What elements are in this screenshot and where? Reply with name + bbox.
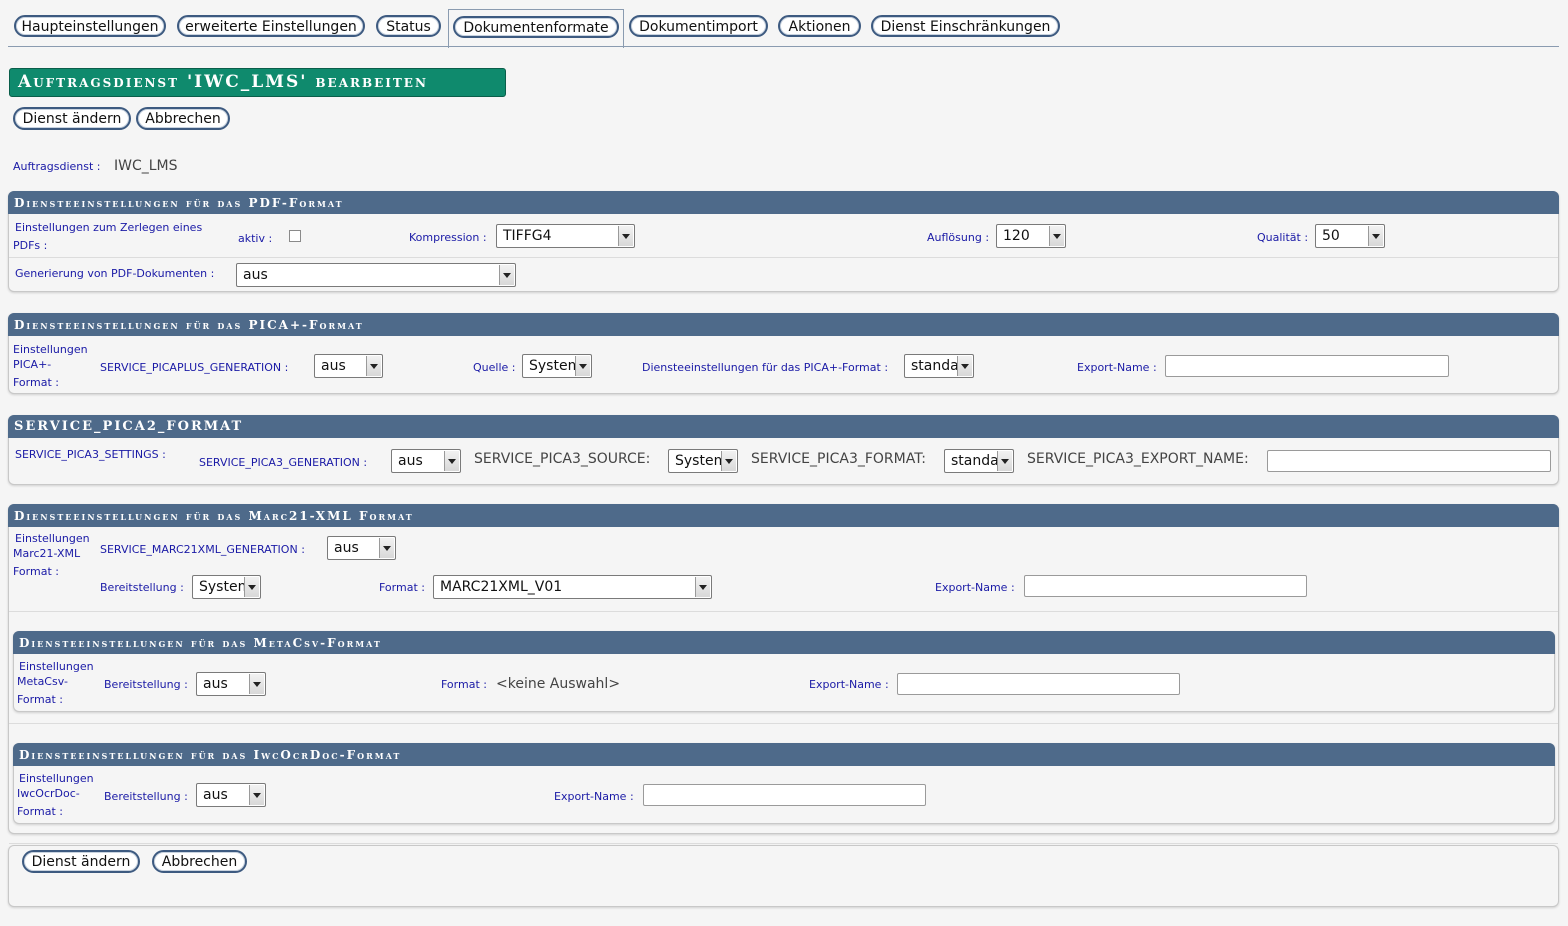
service-value: IWC_LMS — [114, 158, 178, 174]
chevron-down-icon — [1049, 226, 1064, 246]
iwcocr-export-label: Export-Name : — [554, 790, 634, 803]
chevron-down-icon — [244, 577, 259, 597]
pica3-settings-label: SERVICE_PICA3_SETTINGS : — [15, 448, 166, 461]
row-divider — [9, 723, 1558, 724]
pica-group-label-1: Einstellungen — [13, 343, 88, 356]
chevron-down-icon — [444, 451, 459, 471]
tab-erweiterte-einstellungen[interactable]: erweiterte Einstellungen — [177, 15, 365, 37]
metacsv-export-label: Export-Name : — [809, 678, 889, 691]
chevron-down-icon — [379, 538, 394, 558]
tab-dienst-einschraenkungen[interactable]: Dienst Einschränkungen — [871, 15, 1060, 37]
metacsv-section-header: Diensteeinstellungen für das MetaCsv-For… — [13, 631, 1555, 654]
pdf-split-label-2: PDFs : — [13, 239, 48, 252]
pdf-generation-select[interactable]: aus — [236, 263, 516, 287]
chevron-down-icon — [366, 356, 381, 376]
marc-generation-label: SERVICE_MARC21XML_GENERATION : — [100, 543, 305, 556]
chevron-down-icon — [1368, 226, 1383, 246]
pdf-split-label: Einstellungen zum Zerlegen eines — [15, 221, 203, 234]
metacsv-group-label-3: Format : — [17, 693, 63, 706]
row-divider — [9, 611, 1558, 612]
pica3-export-input[interactable] — [1267, 450, 1551, 472]
pica-format-label: Diensteeinstellungen für das PICA+-Forma… — [642, 361, 889, 374]
page-title: Auftragsdienst 'IWC_LMS' bearbeiten — [9, 68, 506, 97]
tab-aktionen[interactable]: Aktionen — [778, 15, 861, 37]
iwcocr-group-label-2: IwcOcrDoc- — [17, 787, 80, 800]
aktiv-label: aktiv : — [238, 232, 273, 245]
cancel-button-top[interactable]: Abbrechen — [136, 107, 230, 130]
row-divider — [9, 257, 1558, 258]
chevron-down-icon — [249, 674, 264, 694]
marc-group-label-3: Format : — [13, 565, 59, 578]
metacsv-bereit-label: Bereitstellung : — [104, 678, 188, 691]
metacsv-group-label-2: MetaCsv- — [17, 675, 68, 688]
chevron-down-icon — [957, 356, 972, 376]
chevron-down-icon — [499, 265, 514, 285]
marc-section-header: Diensteeinstellungen für das Marc21-XML … — [8, 504, 1559, 527]
chevron-down-icon — [695, 577, 710, 597]
aufloesung-select[interactable]: 120 — [996, 224, 1066, 248]
pica-format-select[interactable]: standard — [904, 354, 974, 378]
pica-quelle-label: Quelle : — [473, 361, 516, 374]
pica3-export-label: SERVICE_PICA3_EXPORT_NAME: — [1027, 451, 1249, 467]
marc-generation-select[interactable]: aus — [327, 536, 396, 560]
change-service-button-bottom[interactable]: Dienst ändern — [22, 850, 140, 873]
pica3-source-select[interactable]: System — [668, 449, 738, 473]
metacsv-format-value: <keine Auswahl> — [496, 676, 621, 692]
kompression-label: Kompression : — [409, 231, 487, 244]
marc-export-input[interactable] — [1024, 575, 1307, 597]
iwcocr-group-label-1: Einstellungen — [19, 772, 94, 785]
pica3-format-select[interactable]: standard — [944, 449, 1014, 473]
chevron-down-icon — [997, 451, 1012, 471]
cancel-button-bottom[interactable]: Abbrechen — [152, 850, 247, 873]
metacsv-bereit-select[interactable]: aus — [196, 672, 266, 696]
marc-format-select[interactable]: MARC21XML_V01 — [433, 575, 712, 599]
pica-generation-select[interactable]: aus — [314, 354, 383, 378]
pica-generation-label: SERVICE_PICAPLUS_GENERATION : — [100, 361, 289, 374]
tab-bar-line — [8, 46, 1559, 47]
marc-export-label: Export-Name : — [935, 581, 1015, 594]
chevron-down-icon — [721, 451, 736, 471]
iwcocr-export-input[interactable] — [643, 784, 926, 806]
pica3-generation-label: SERVICE_PICA3_GENERATION : — [199, 456, 368, 469]
pica-group-label-2: PICA+- — [13, 358, 52, 371]
service-label: Auftragsdienst : — [13, 160, 101, 173]
metacsv-export-input[interactable] — [897, 673, 1180, 695]
metacsv-group-label-1: Einstellungen — [19, 660, 94, 673]
aktiv-checkbox[interactable] — [289, 230, 301, 242]
kompression-select[interactable]: TIFFG4 — [496, 224, 635, 248]
pica-export-label: Export-Name : — [1077, 361, 1157, 374]
marc-bereit-select[interactable]: System — [192, 575, 261, 599]
iwcocr-bereit-label: Bereitstellung : — [104, 790, 188, 803]
qualitaet-select[interactable]: 50 — [1315, 224, 1385, 248]
tab-status[interactable]: Status — [376, 15, 441, 37]
chevron-down-icon — [618, 226, 633, 246]
pica3-generation-select[interactable]: aus — [391, 449, 461, 473]
tab-dokumentenformate[interactable]: Dokumentenformate — [453, 16, 619, 38]
marc-group-label-2: Marc21-XML — [13, 547, 81, 560]
pica-export-input[interactable] — [1165, 355, 1449, 377]
marc-format-label: Format : — [379, 581, 425, 594]
row-divider — [9, 843, 1558, 844]
iwcocr-bereit-select[interactable]: aus — [196, 783, 266, 807]
pica3-format-label: SERVICE_PICA3_FORMAT: — [751, 451, 926, 467]
metacsv-format-label: Format : — [441, 678, 487, 691]
pica-section-header: Diensteeinstellungen für das PICA+-Forma… — [8, 313, 1559, 336]
tab-dokumentimport[interactable]: Dokumentimport — [629, 15, 768, 37]
change-service-button-top[interactable]: Dienst ändern — [13, 107, 131, 130]
pdf-section-header: Diensteeinstellungen für das PDF-Format — [8, 191, 1559, 214]
qualitaet-label: Qualität : — [1257, 231, 1309, 244]
tab-haupteinstellungen[interactable]: Haupteinstellungen — [14, 15, 166, 37]
marc-bereit-label: Bereitstellung : — [100, 581, 184, 594]
iwcocr-group-label-3: Format : — [17, 805, 63, 818]
pica3-section-header: SERVICE_PICA2_FORMAT — [8, 415, 1559, 438]
aufloesung-label: Auflösung : — [927, 231, 990, 244]
iwcocr-section-header: Diensteeinstellungen für das IwcOcrDoc-F… — [13, 743, 1555, 766]
chevron-down-icon — [575, 356, 590, 376]
marc-group-label-1: Einstellungen — [15, 532, 90, 545]
pica-quelle-select[interactable]: System — [522, 354, 592, 378]
chevron-down-icon — [249, 785, 264, 805]
pica-group-label-3: Format : — [13, 376, 59, 389]
pica3-source-label: SERVICE_PICA3_SOURCE: — [474, 451, 651, 467]
pdf-generation-label: Generierung von PDF-Dokumenten : — [15, 267, 215, 280]
